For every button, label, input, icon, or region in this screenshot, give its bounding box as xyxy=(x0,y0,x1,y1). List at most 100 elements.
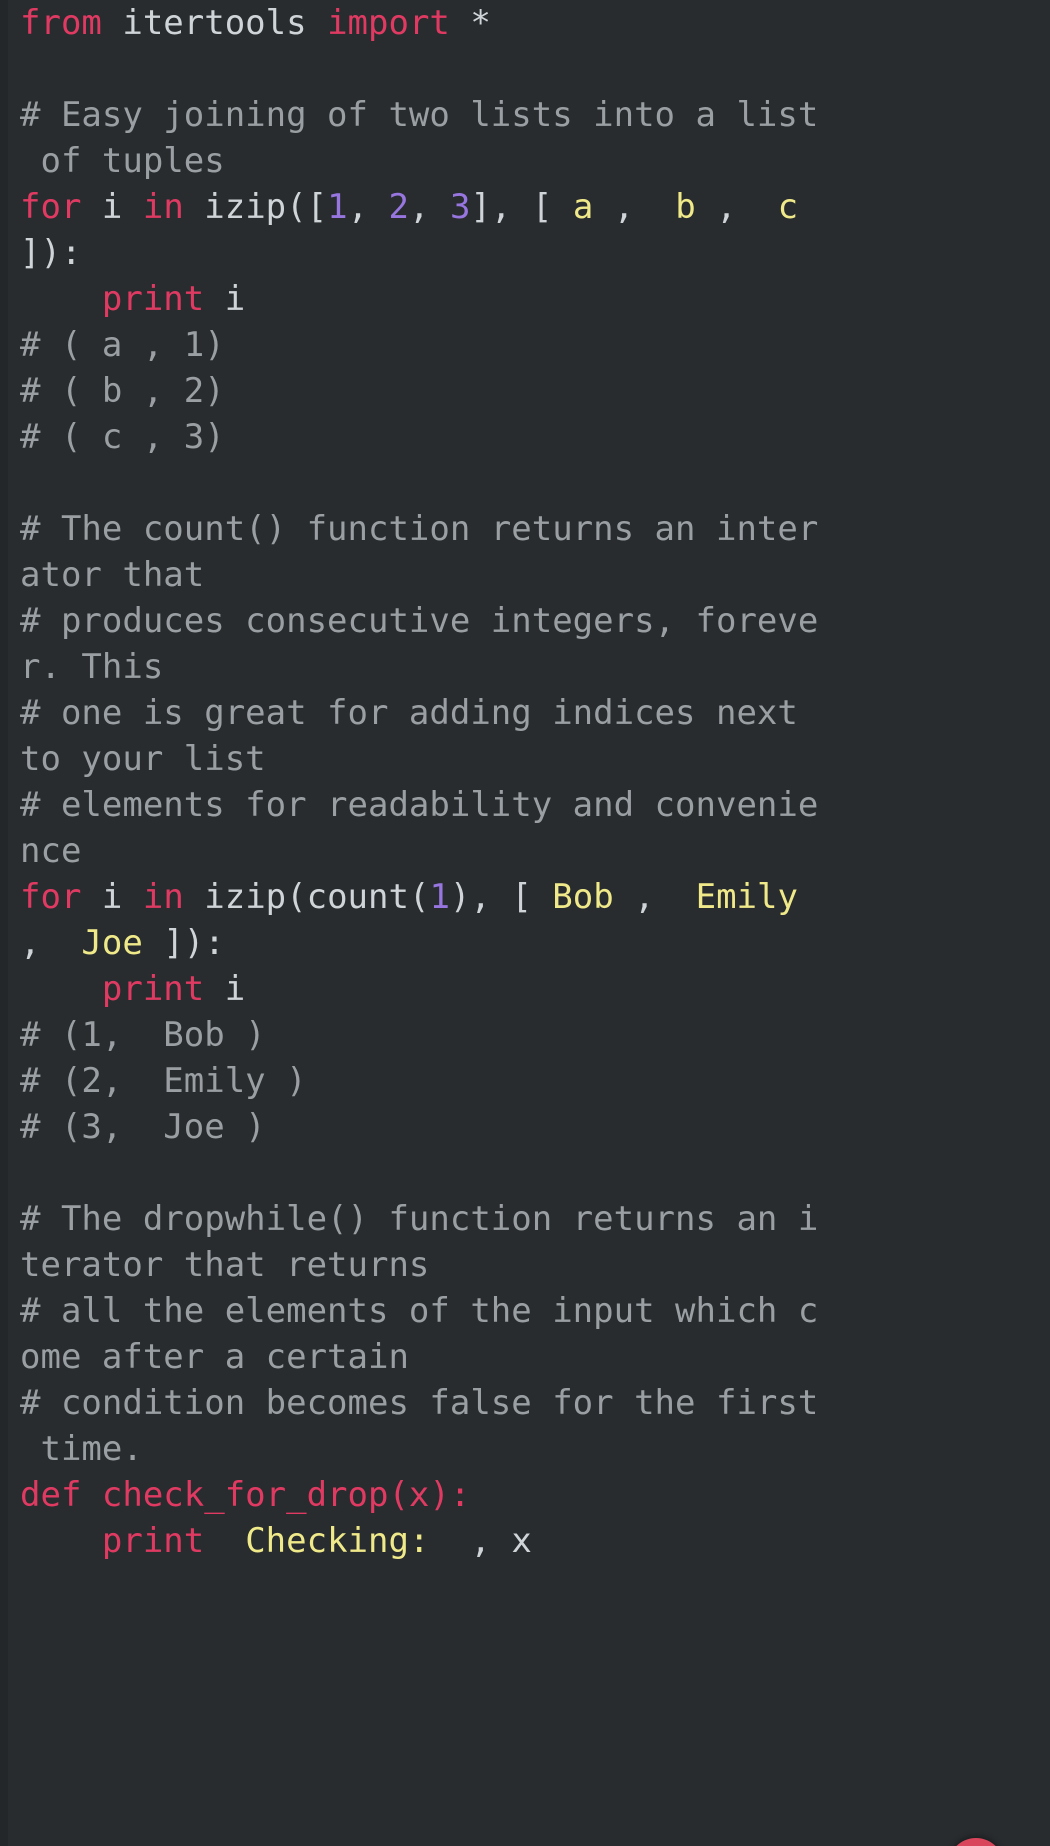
code-token-pl: ]): xyxy=(142,923,225,963)
code-token-st: Bob xyxy=(552,877,614,917)
code-token-cm: time. xyxy=(20,1429,143,1469)
code-token-kw: import xyxy=(327,3,450,43)
code-line: print Checking: , x xyxy=(8,1518,1050,1564)
code-line: r. This xyxy=(8,644,1050,690)
code-token-cm: to your list xyxy=(20,739,266,779)
code-token-kw: print xyxy=(101,969,205,1009)
code-token-pl: , xyxy=(695,187,778,227)
code-line: def check_for_drop(x): xyxy=(8,1472,1050,1518)
code-token-pl: i xyxy=(204,279,246,319)
code-token-nm: 1 xyxy=(327,187,348,227)
code-token-pl: itertools xyxy=(101,3,328,43)
code-token-cm: # one is great for adding indices next xyxy=(20,693,798,733)
code-token-cm: ome after a certain xyxy=(20,1337,409,1377)
code-token-pl: , xyxy=(409,187,450,227)
code-line: # The dropwhile() function returns an i xyxy=(8,1196,1050,1242)
code-line: # condition becomes false for the first xyxy=(8,1380,1050,1426)
code-line: print i xyxy=(8,966,1050,1012)
code-line: # ( a , 1) xyxy=(8,322,1050,368)
code-token-kw: print xyxy=(101,279,205,319)
code-token-pl: ]): xyxy=(20,233,82,273)
code-token-cm: of tuples xyxy=(20,141,225,181)
code-line: ome after a certain xyxy=(8,1334,1050,1380)
code-token-cm: # all the elements of the input which c xyxy=(20,1291,819,1331)
code-content[interactable]: from itertools import * # Easy joining o… xyxy=(8,0,1050,1846)
code-token-st: a xyxy=(572,187,594,227)
code-token-nm: 2 xyxy=(388,187,410,227)
code-line: for i in izip([1, 2, 3], [ a , b , c xyxy=(8,184,1050,230)
code-token-pl: izip([ xyxy=(183,187,328,227)
code-token-pl: i xyxy=(204,969,246,1009)
code-token-pl: , xyxy=(593,187,676,227)
code-token-st: Emily xyxy=(695,877,798,917)
code-token-pl: , xyxy=(20,923,82,963)
code-token-st: Joe xyxy=(81,923,143,963)
code-line: # The count() function returns an inter xyxy=(8,506,1050,552)
code-token-pl: ), [ xyxy=(449,877,553,917)
code-token-st: b xyxy=(675,187,696,227)
code-line: print i xyxy=(8,276,1050,322)
code-viewer-screen: from itertools import * # Easy joining o… xyxy=(0,0,1050,1846)
code-token-pl: i xyxy=(81,877,143,917)
code-token-kw: def check_for_drop(x): xyxy=(20,1475,471,1515)
code-token-cm: # produces consecutive integers, foreve xyxy=(20,601,819,641)
code-line: terator that returns xyxy=(8,1242,1050,1288)
code-token-pl: , xyxy=(613,877,696,917)
code-token-kw: in xyxy=(142,877,184,917)
code-token-st: c xyxy=(777,187,799,227)
code-token-kw: for xyxy=(20,877,82,917)
code-line: # all the elements of the input which c xyxy=(8,1288,1050,1334)
code-line: # one is great for adding indices next xyxy=(8,690,1050,736)
code-token-cm: # ( a , 1) xyxy=(20,325,225,365)
code-token-st: Checking: xyxy=(245,1521,430,1561)
code-line: ]): xyxy=(8,230,1050,276)
code-token-pl: , xyxy=(347,187,389,227)
code-token-cm: nce xyxy=(20,831,82,871)
code-token-pl: izip(count( xyxy=(183,877,430,917)
code-token-cm: # condition becomes false for the first xyxy=(20,1383,819,1423)
editor-left-gutter xyxy=(0,0,8,1846)
code-token-cm: # ( c , 3) xyxy=(20,417,225,457)
code-token-cm: # The dropwhile() function returns an i xyxy=(20,1199,819,1239)
code-token-cm: # (3, Joe ) xyxy=(20,1107,266,1147)
code-line: ator that xyxy=(8,552,1050,598)
code-token-cm: ator that xyxy=(20,555,205,595)
code-token-pl: * xyxy=(449,3,491,43)
code-token-kw: print xyxy=(101,1521,205,1561)
code-line: # produces consecutive integers, foreve xyxy=(8,598,1050,644)
code-token-cm: # elements for readability and convenie xyxy=(20,785,819,825)
code-line: of tuples xyxy=(8,138,1050,184)
code-token-kw: from xyxy=(20,3,102,43)
code-line: # Easy joining of two lists into a list xyxy=(8,92,1050,138)
code-token-cm: # (2, Emily ) xyxy=(20,1061,307,1101)
code-token-pl: ], [ xyxy=(470,187,573,227)
code-token-nm: 3 xyxy=(449,187,471,227)
code-token-kw: in xyxy=(142,187,184,227)
code-line: # (3, Joe ) xyxy=(8,1104,1050,1150)
code-line: # elements for readability and convenie xyxy=(8,782,1050,828)
code-line: # (2, Emily ) xyxy=(8,1058,1050,1104)
code-token-cm: # ( b , 2) xyxy=(20,371,225,411)
code-token-nm: 1 xyxy=(429,877,450,917)
code-line: , Joe ]): xyxy=(8,920,1050,966)
code-line: # ( c , 3) xyxy=(8,414,1050,460)
code-token-cm: # (1, Bob ) xyxy=(20,1015,266,1055)
code-token-cm: r. This xyxy=(20,647,164,687)
code-token-pl: , x xyxy=(429,1521,532,1561)
code-line: # (1, Bob ) xyxy=(8,1012,1050,1058)
code-token-cm: terator that returns xyxy=(20,1245,430,1285)
code-line: time. xyxy=(8,1426,1050,1472)
code-token-cm: # The count() function returns an inter xyxy=(20,509,819,549)
code-line: to your list xyxy=(8,736,1050,782)
code-line: nce xyxy=(8,828,1050,874)
code-line: from itertools import * xyxy=(8,0,1050,46)
code-line: # ( b , 2) xyxy=(8,368,1050,414)
code-token-cm: # Easy joining of two lists into a list xyxy=(20,95,819,135)
code-line: for i in izip(count(1), [ Bob , Emily xyxy=(8,874,1050,920)
code-token-kw: for xyxy=(20,187,82,227)
